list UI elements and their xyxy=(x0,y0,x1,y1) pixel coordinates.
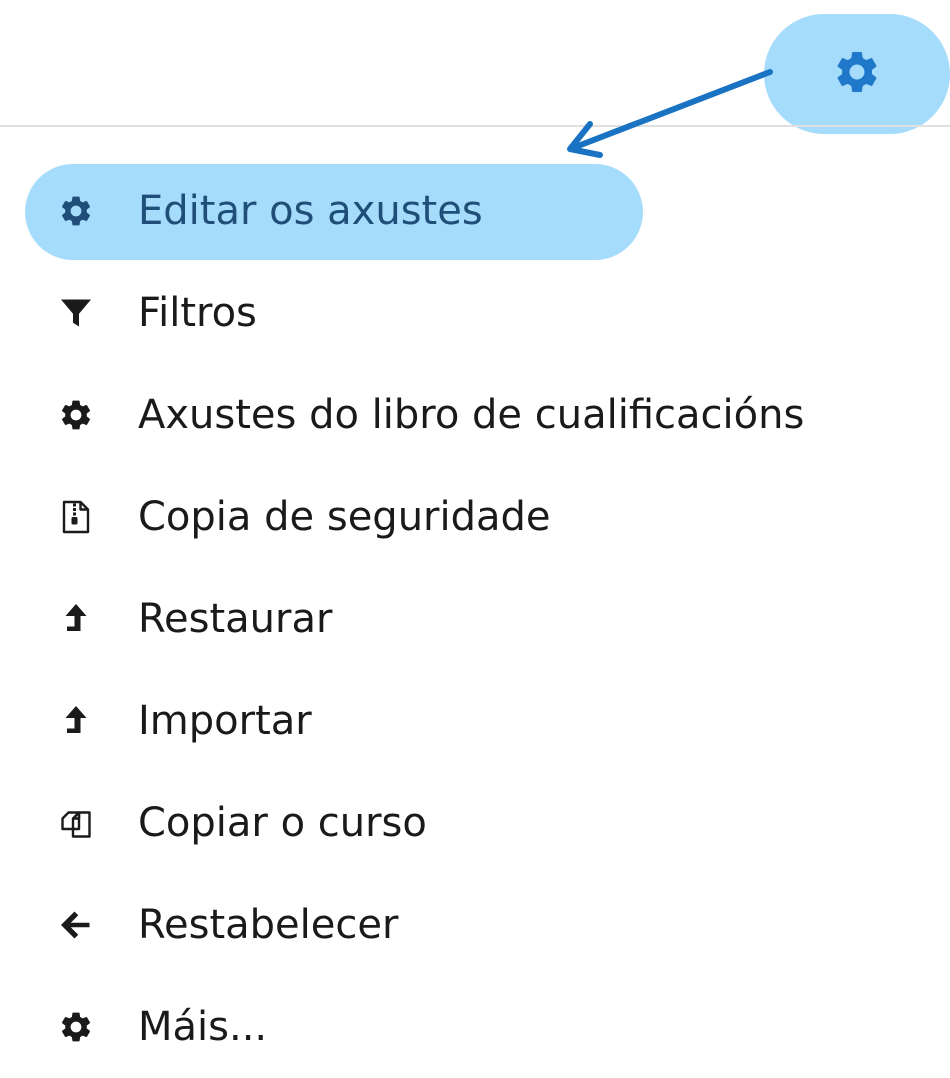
menu-item-label: Restaurar xyxy=(138,596,333,642)
gear-icon xyxy=(832,47,882,101)
menu-item-edit-settings[interactable]: Editar os axustes xyxy=(0,160,950,262)
filter-icon xyxy=(56,293,96,333)
level-up-icon xyxy=(56,599,96,639)
menu-item-backup[interactable]: Copia de seguridade xyxy=(0,466,950,568)
level-up-icon xyxy=(56,701,96,741)
menu-item-label: Axustes do libro de cualificacións xyxy=(138,392,805,438)
menu-item-restore[interactable]: Restaurar xyxy=(0,568,950,670)
menu-item-more[interactable]: Máis... xyxy=(0,976,950,1078)
menu-item-reset[interactable]: Restabelecer xyxy=(0,874,950,976)
settings-menu: Editar os axustes Filtros Axustes do lib… xyxy=(0,160,950,1078)
gear-icon xyxy=(56,395,96,435)
arrow-left-icon xyxy=(56,905,96,945)
menu-item-label: Editar os axustes xyxy=(138,188,483,234)
gear-icon xyxy=(56,191,96,231)
menu-item-label: Restabelecer xyxy=(138,902,399,948)
menu-item-copy-course[interactable]: Copiar o curso xyxy=(0,772,950,874)
menu-item-label: Importar xyxy=(138,698,312,744)
menu-item-import[interactable]: Importar xyxy=(0,670,950,772)
menu-item-label: Copiar o curso xyxy=(138,800,427,846)
gear-icon xyxy=(56,1007,96,1047)
settings-gear-button[interactable] xyxy=(764,14,950,134)
menu-item-label: Filtros xyxy=(138,290,257,336)
menu-item-label: Copia de seguridade xyxy=(138,494,551,540)
menu-item-label: Máis... xyxy=(138,1004,268,1050)
menu-item-gradebook-setup[interactable]: Axustes do libro de cualificacións xyxy=(0,364,950,466)
archive-file-icon xyxy=(56,497,96,537)
header-divider xyxy=(0,125,950,127)
copy-icon xyxy=(56,803,96,843)
menu-item-filters[interactable]: Filtros xyxy=(0,262,950,364)
